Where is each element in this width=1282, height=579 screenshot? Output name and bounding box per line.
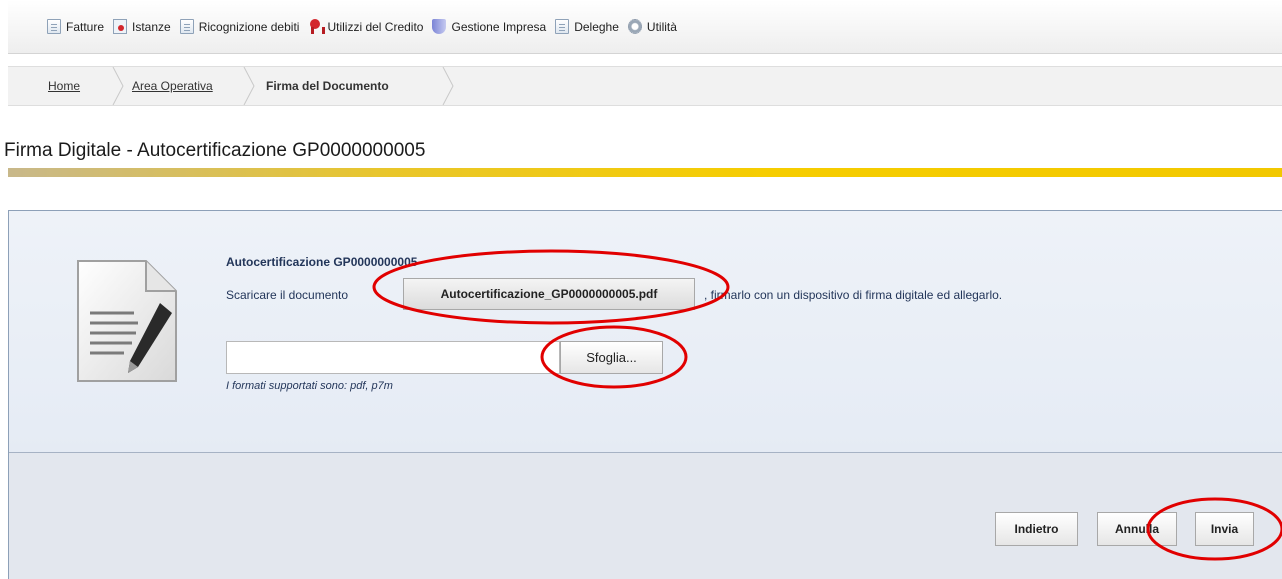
document-icon: [179, 19, 194, 34]
breadcrumb-separator-icon: [243, 67, 255, 105]
menu-item-istanze[interactable]: Istanze: [113, 19, 171, 34]
ribbon-icon: [308, 19, 326, 34]
shield-icon: [432, 19, 447, 34]
breadcrumb-current: Firma del Documento: [266, 79, 389, 93]
breadcrumb-area-operativa[interactable]: Area Operativa: [132, 67, 213, 105]
breadcrumb-home-link[interactable]: Home: [48, 79, 80, 93]
document-heading: Autocertificazione GP0000000005: [226, 255, 418, 269]
title-accent-bar: [8, 168, 1282, 177]
panel-footer: [9, 452, 1282, 579]
document-icon: [555, 19, 570, 34]
breadcrumb-separator-icon: [442, 67, 454, 105]
menu-item-deleghe[interactable]: Deleghe: [555, 19, 619, 34]
app-root: Fatture Istanze Ricognizione debiti Util…: [0, 0, 1282, 579]
breadcrumb: Home Area Operativa Firma del Documento: [8, 66, 1282, 106]
download-document-button[interactable]: Autocertificazione_GP0000000005.pdf: [403, 278, 695, 310]
menu-item-label: Utilità: [646, 19, 677, 34]
document-icon: [47, 19, 61, 34]
download-instruction: Scaricare il documento: [226, 288, 349, 302]
menu-item-label: Istanze: [132, 19, 171, 34]
supported-formats-hint: I formati supportati sono: pdf, p7m: [226, 380, 393, 392]
file-path-input[interactable]: [226, 341, 560, 374]
signing-instruction: , firmarlo con un dispositivo di firma d…: [704, 288, 1003, 302]
top-menu: Fatture Istanze Ricognizione debiti Util…: [8, 0, 1282, 54]
menu-item-ricognizione-debiti[interactable]: Ricognizione debiti: [179, 19, 300, 34]
breadcrumb-separator-icon: [112, 67, 124, 105]
menu-item-gestione-impresa[interactable]: Gestione Impresa: [432, 19, 546, 34]
menu-item-utilita[interactable]: Utilità: [627, 19, 677, 34]
browse-button[interactable]: Sfoglia...: [560, 341, 663, 374]
menu-item-label: Utilizzi del Credito: [327, 19, 424, 34]
signed-document-icon: [77, 260, 177, 382]
menu-item-label: Gestione Impresa: [451, 19, 547, 34]
gear-icon: [627, 19, 642, 34]
page-title: Firma Digitale - Autocertificazione GP00…: [4, 140, 426, 161]
breadcrumb-area-link[interactable]: Area Operativa: [132, 79, 213, 93]
back-button[interactable]: Indietro: [995, 512, 1078, 546]
menu-item-label: Ricognizione debiti: [198, 19, 300, 34]
menu-item-label: Fatture: [66, 19, 105, 34]
istanze-icon: [113, 19, 128, 34]
send-button[interactable]: Invia: [1195, 512, 1254, 546]
cancel-button[interactable]: Annulla: [1097, 512, 1177, 546]
menu-item-utilizzi-del-credito[interactable]: Utilizzi del Credito: [308, 19, 423, 34]
menu-item-fatture[interactable]: Fatture: [47, 19, 104, 34]
breadcrumb-home[interactable]: Home: [48, 67, 80, 105]
menu-item-label: Deleghe: [574, 19, 619, 34]
